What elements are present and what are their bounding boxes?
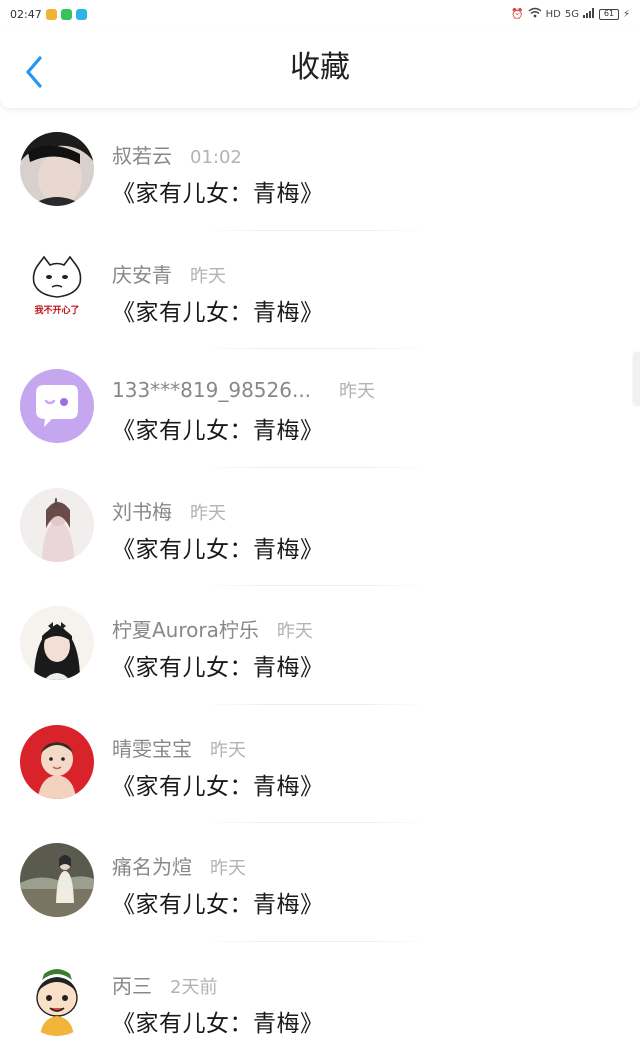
list-item[interactable]: 晴雯宝宝 昨天 《家有儿女：青梅》 [0, 705, 640, 824]
avatar[interactable]: 我不开心了 [20, 251, 94, 325]
timestamp: 昨天 [210, 736, 246, 762]
item-header: 133***819_98526... 昨天 [112, 377, 375, 403]
avatar[interactable] [20, 132, 94, 206]
avatar[interactable] [20, 843, 94, 917]
list-item[interactable]: 刘书梅 昨天 《家有儿女：青梅》 [0, 468, 640, 587]
item-header: 柠夏Aurora柠乐 昨天 [112, 614, 313, 640]
timestamp: 昨天 [277, 617, 313, 643]
user-name: 庆安青 [112, 259, 172, 288]
avatar-caption: 我不开心了 [20, 303, 94, 316]
item-header: 痛名为煊 昨天 [112, 851, 246, 877]
timestamp: 昨天 [190, 499, 226, 525]
item-content: 《家有儿女：青梅》 [112, 1004, 324, 1038]
list-item[interactable]: 叔若云 01:02 《家有儿女：青梅》 [0, 112, 640, 231]
avatar[interactable] [20, 488, 94, 562]
item-content: 《家有儿女：青梅》 [112, 174, 324, 208]
list-item[interactable]: 痛名为煊 昨天 《家有儿女：青梅》 [0, 823, 640, 942]
item-content: 《家有儿女：青梅》 [112, 767, 324, 801]
list-item[interactable]: 133***819_98526... 昨天 《家有儿女：青梅》 [0, 349, 640, 468]
item-header: 庆安青 昨天 [112, 259, 226, 285]
timestamp: 2天前 [170, 973, 217, 999]
user-name: 晴雯宝宝 [112, 733, 192, 762]
battery-level: 61 [604, 10, 614, 18]
user-name: 痛名为煊 [112, 851, 192, 880]
item-content: 《家有儿女：青梅》 [112, 293, 324, 327]
list-item[interactable]: 柠夏Aurora柠乐 昨天 《家有儿女：青梅》 [0, 586, 640, 705]
user-name: 丙三 [112, 970, 152, 999]
list-item[interactable]: 丙三 2天前 《家有儿女：青梅》 [0, 942, 640, 1060]
avatar[interactable] [20, 962, 94, 1036]
header-bar: 收藏 [0, 28, 640, 108]
timestamp: 昨天 [190, 262, 226, 288]
item-content: 《家有儿女：青梅》 [112, 411, 324, 445]
user-name: 刘书梅 [112, 496, 172, 525]
avatar[interactable] [20, 369, 94, 443]
edge-handle[interactable] [634, 352, 640, 406]
item-content: 《家有儿女：青梅》 [112, 885, 324, 919]
user-name: 叔若云 [112, 140, 172, 169]
item-header: 晴雯宝宝 昨天 [112, 733, 246, 759]
item-header: 刘书梅 昨天 [112, 496, 226, 522]
item-header: 丙三 2天前 [112, 970, 217, 996]
avatar[interactable] [20, 606, 94, 680]
timestamp: 昨天 [339, 377, 375, 403]
item-content: 《家有儿女：青梅》 [112, 648, 324, 682]
favorites-list: 叔若云 01:02 《家有儿女：青梅》 我不开心了 庆安青 昨天 《家有儿女：青… [0, 112, 640, 1060]
item-content: 《家有儿女：青梅》 [112, 530, 324, 564]
page-title: 收藏 [0, 18, 640, 118]
item-header: 叔若云 01:02 [112, 140, 242, 166]
user-name: 133***819_98526... [112, 378, 311, 402]
timestamp: 01:02 [190, 147, 242, 168]
avatar[interactable] [20, 725, 94, 799]
timestamp: 昨天 [210, 854, 246, 880]
list-item[interactable]: 我不开心了 庆安青 昨天 《家有儿女：青梅》 [0, 231, 640, 350]
user-name: 柠夏Aurora柠乐 [112, 614, 259, 643]
